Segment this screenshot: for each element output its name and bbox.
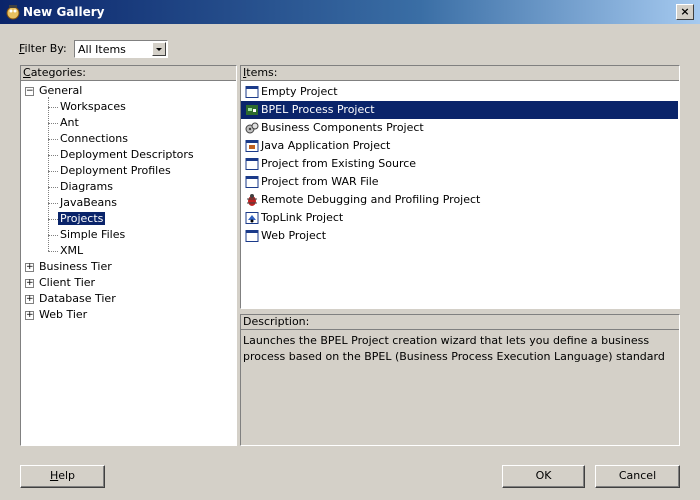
item-web-project[interactable]: Web Project xyxy=(241,227,678,245)
window-icon xyxy=(245,175,259,189)
item-java-application-project[interactable]: Java Application Project xyxy=(241,137,678,155)
tree-connector xyxy=(48,155,58,156)
tree-connector xyxy=(48,123,58,124)
tree-connector xyxy=(48,139,58,140)
tree-item-workspaces[interactable]: Workspaces xyxy=(58,99,128,115)
expand-icon[interactable]: + xyxy=(25,295,34,304)
collapse-general-icon[interactable]: − xyxy=(25,87,34,96)
tree-item-diagrams[interactable]: Diagrams xyxy=(58,179,115,195)
item-label: Web Project xyxy=(261,229,327,242)
item-remote-debugging-and-profiling-project[interactable]: Remote Debugging and Profiling Project xyxy=(241,191,678,209)
bpel-icon xyxy=(245,103,259,117)
filter-label-text: Filter By: xyxy=(19,42,67,55)
tree-item-label: Client Tier xyxy=(39,276,96,289)
tree-item-label: Deployment Descriptors xyxy=(60,148,194,161)
filter-value: All Items xyxy=(78,43,126,56)
item-label: Project from Existing Source xyxy=(261,157,417,170)
tree-connector xyxy=(48,187,58,188)
tree-item-client-tier[interactable]: Client Tier xyxy=(37,275,97,291)
tree-item-label: Deployment Profiles xyxy=(60,164,171,177)
expand-icon[interactable]: + xyxy=(25,279,34,288)
tree-item-label: Diagrams xyxy=(60,180,113,193)
tree-item-simple-files[interactable]: Simple Files xyxy=(58,227,127,243)
tree-item-deployment-profiles[interactable]: Deployment Profiles xyxy=(58,163,173,179)
item-label: Project from WAR File xyxy=(261,175,379,188)
tree-connector xyxy=(48,235,58,236)
items-panel[interactable]: Items: Empty Project BPEL Process Project… xyxy=(240,65,680,309)
item-label: BPEL Process Project xyxy=(261,103,375,116)
tree-item-general[interactable]: General xyxy=(37,83,84,99)
help-label: Help xyxy=(49,469,76,482)
item-label: Empty Project xyxy=(261,85,338,98)
item-label: Java Application Project xyxy=(261,139,391,152)
expand-icon[interactable]: + xyxy=(25,311,34,320)
window-title: New Gallery xyxy=(23,5,105,19)
help-button[interactable]: Help xyxy=(20,465,105,488)
categories-panel[interactable]: Categories: − General Workspaces Ant Connect… xyxy=(20,65,237,446)
tree-connector xyxy=(48,203,58,204)
tree-item-label: Connections xyxy=(60,132,128,145)
tree-item-label: XML xyxy=(60,244,84,257)
tree-item-label: JavaBeans xyxy=(60,196,117,209)
tree-item-label: Ant xyxy=(60,116,79,129)
tree-item-label: Database Tier xyxy=(39,292,116,305)
tree-item-label: General xyxy=(39,84,83,97)
item-business-components-project[interactable]: Business Components Project xyxy=(241,119,678,137)
tree-item-label: Web Tier xyxy=(39,308,88,321)
cancel-button[interactable]: Cancel xyxy=(595,465,680,488)
item-empty-project[interactable]: Empty Project xyxy=(241,83,678,101)
tree-item-business-tier[interactable]: Business Tier xyxy=(37,259,114,275)
tree-item-label: Simple Files xyxy=(60,228,126,241)
items-header-text: Items: xyxy=(243,66,278,79)
item-label: Remote Debugging and Profiling Project xyxy=(261,193,481,206)
tree-item-label: Workspaces xyxy=(60,100,126,113)
gallery-icon xyxy=(6,5,20,20)
tree-item-database-tier[interactable]: Database Tier xyxy=(37,291,118,307)
tree-item-deployment-descriptors[interactable]: Deployment Descriptors xyxy=(58,147,196,163)
categories-header: Categories: xyxy=(21,66,236,81)
description-panel: Description: Launches the BPEL Project c… xyxy=(240,314,680,446)
tree-item-web-tier[interactable]: Web Tier xyxy=(37,307,89,323)
expand-icon[interactable]: + xyxy=(25,263,34,272)
toplink-icon xyxy=(245,211,259,225)
ok-button[interactable]: OK xyxy=(502,465,585,488)
tree-connector xyxy=(48,107,58,108)
item-project-from-existing-source[interactable]: Project from Existing Source xyxy=(241,155,678,173)
item-label: Business Components Project xyxy=(261,121,424,134)
tree-connector xyxy=(48,97,49,251)
description-text: Launches the BPEL Project creation wizar… xyxy=(243,334,665,363)
chevron-down-icon[interactable] xyxy=(152,42,166,56)
item-toplink-project[interactable]: TopLink Project xyxy=(241,209,678,227)
gears-icon xyxy=(245,121,259,135)
window-icon xyxy=(245,229,259,243)
description-header: Description: xyxy=(241,315,679,330)
window-icon xyxy=(245,157,259,171)
filter-select[interactable]: All Items xyxy=(74,40,168,58)
tree-item-connections[interactable]: Connections xyxy=(58,131,130,147)
close-button[interactable]: × xyxy=(676,4,694,20)
title-bar xyxy=(0,0,700,24)
item-label: TopLink Project xyxy=(261,211,344,224)
tree-connector xyxy=(48,219,58,220)
filter-label: Filter By: xyxy=(19,42,67,55)
tree-item-label: Business Tier xyxy=(39,260,112,273)
item-bpel-process-project[interactable]: BPEL Process Project xyxy=(241,101,678,119)
tree-item-projects[interactable]: Projects xyxy=(58,211,106,227)
tree-connector xyxy=(48,251,58,252)
tree-item-javabeans[interactable]: JavaBeans xyxy=(58,195,119,211)
java-app-icon xyxy=(245,139,259,153)
tree-item-label: Projects xyxy=(58,212,106,225)
item-project-from-war-file[interactable]: Project from WAR File xyxy=(241,173,678,191)
tree-item-ant[interactable]: Ant xyxy=(58,115,81,131)
window-icon xyxy=(245,85,259,99)
bug-icon xyxy=(245,193,259,207)
tree-connector xyxy=(48,171,58,172)
tree-item-xml[interactable]: XML xyxy=(58,243,85,259)
items-header: Items: xyxy=(241,66,679,81)
categories-header-text: Categories: xyxy=(23,66,87,79)
